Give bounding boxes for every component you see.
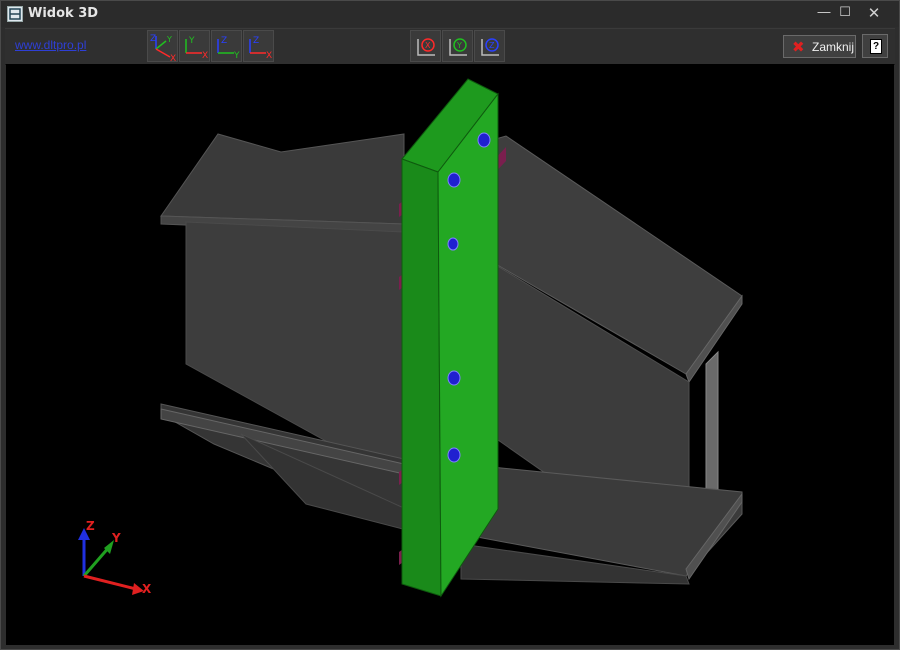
3d-viewport[interactable]: Z Y X — [6, 64, 894, 645]
rotate-z-label: Z — [489, 41, 495, 50]
iso-view-icon: Z Y X — [150, 34, 176, 63]
app-icon — [7, 6, 23, 22]
bolt-icon — [447, 172, 461, 188]
x-axis-line — [83, 574, 137, 591]
rotate-z-icon: Z — [481, 38, 499, 56]
window-title: Widok 3D — [28, 6, 99, 21]
rotate-x-icon: X — [417, 38, 435, 56]
axis-z-label: Z — [150, 34, 156, 44]
bolt-icon — [447, 370, 461, 386]
rotate-y-label: Y — [456, 41, 462, 50]
axis-x-label: X — [170, 54, 176, 63]
bolt-icon — [477, 132, 491, 148]
rotate-y-icon: Y — [449, 38, 467, 56]
window-close-button[interactable]: ✕ — [861, 4, 887, 22]
help-icon: ? — [870, 39, 882, 54]
view-iso-button[interactable]: Z Y X — [147, 30, 178, 63]
end-plate — [401, 78, 499, 598]
axis-y-label: Y — [166, 35, 172, 44]
window: Widok 3D ― ☐ ✕ www.dltpro.pl Z Y X Y X Z… — [0, 0, 900, 650]
zx-view-icon: Z X — [249, 36, 272, 61]
rotate-x-button[interactable]: X — [410, 30, 441, 62]
axis-y-label: Y — [188, 36, 195, 46]
close-x-icon: ✖ — [792, 38, 805, 56]
minimize-button[interactable]: ― — [814, 4, 834, 22]
website-link[interactable]: www.dltpro.pl — [15, 38, 86, 52]
3d-model-canvas: Z Y X — [78, 78, 743, 598]
axis-x-label: X — [142, 582, 152, 596]
view-zy-button[interactable]: Z Y — [211, 30, 242, 62]
close-dialog-button[interactable]: ✖ Zamknij — [783, 35, 856, 58]
close-button-label: Zamknij — [812, 40, 855, 54]
rotate-x-label: X — [425, 41, 431, 50]
help-button[interactable]: ? — [862, 34, 888, 58]
view-xy-button[interactable]: Y X — [179, 30, 210, 62]
axis-x-label: X — [202, 51, 208, 61]
axis-x-label: X — [266, 51, 272, 61]
axis-z-label: Z — [86, 519, 95, 533]
xy-view-icon: Y X — [185, 36, 208, 61]
rotate-y-button[interactable]: Y — [442, 30, 473, 62]
bolt-icon — [447, 447, 461, 463]
axis-triad: Z Y X — [78, 519, 152, 596]
title-bar: Widok 3D ― ☐ ✕ — [1, 1, 899, 27]
axis-z-label: Z — [253, 36, 259, 46]
axis-y-label: Y — [233, 51, 240, 61]
zy-view-icon: Z Y — [217, 36, 240, 61]
bolt-icon — [447, 237, 459, 251]
axis-z-label: Z — [221, 36, 227, 46]
maximize-button[interactable]: ☐ — [835, 4, 855, 22]
y-axis-line — [82, 545, 112, 577]
axis-y-label: Y — [111, 531, 121, 545]
rotate-z-button[interactable]: Z — [474, 30, 505, 62]
view-zx-button[interactable]: Z X — [243, 30, 274, 62]
toolbar: www.dltpro.pl Z Y X Y X Z Y Z X X Y Z ✖ … — [5, 28, 895, 65]
